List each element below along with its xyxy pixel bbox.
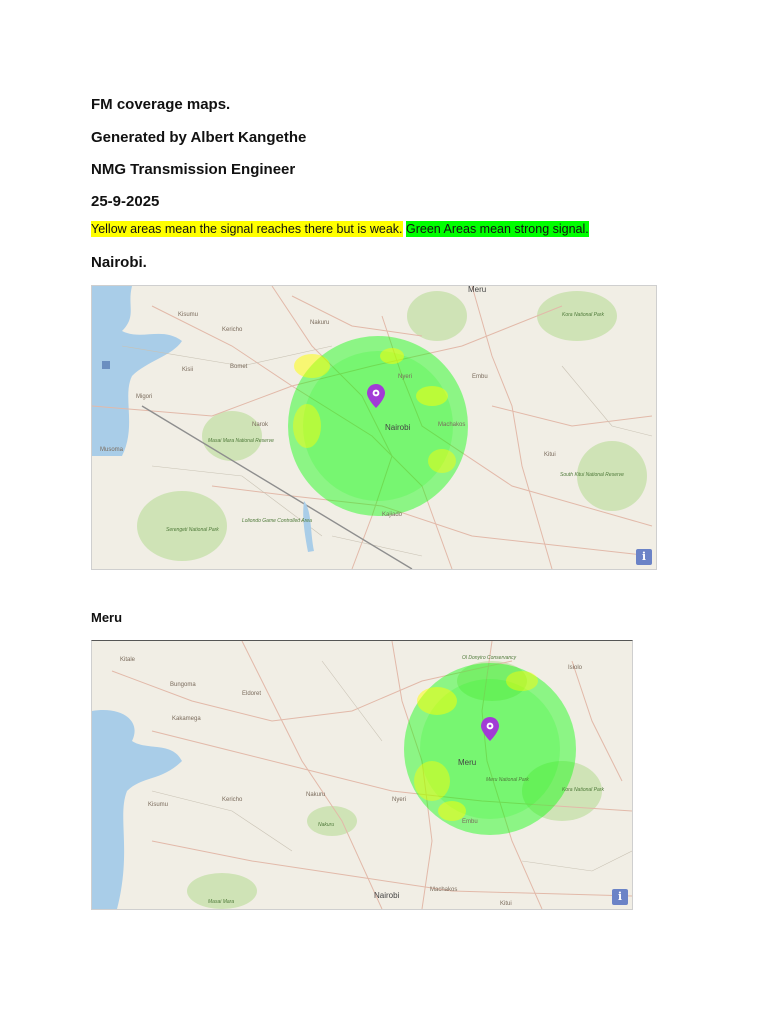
map-label: Kitui — [500, 901, 512, 907]
doc-title: FM coverage maps. — [91, 96, 231, 113]
map-heading-nairobi: Nairobi. — [91, 254, 147, 271]
map-label: Musoma — [100, 447, 124, 453]
map-label: Nakuru — [306, 792, 325, 798]
park-label: Kora National Park — [562, 787, 604, 793]
map-label: Machakos — [438, 422, 465, 428]
park-label: Masai Mara National Reserve — [208, 438, 274, 444]
map-canvas-nairobi: Nairobi Meru Kisumu Kericho Nakuru Nyeri… — [92, 286, 653, 569]
map-canvas-meru: Meru Ol Donyiro Conservancy Kitale Bungo… — [92, 641, 632, 909]
park-label: Kora National Park — [562, 312, 604, 318]
map-label: Embu — [462, 819, 478, 825]
author-line: Generated by Albert Kangethe — [91, 129, 307, 146]
map-label: Kisumu — [148, 802, 168, 808]
park-label: Serengeti National Park — [166, 527, 219, 533]
map-label: Kisumu — [178, 312, 198, 318]
coverage-map-meru[interactable]: Meru Ol Donyiro Conservancy Kitale Bungo… — [91, 640, 633, 910]
park-label: Nakuru — [318, 822, 334, 828]
park-label: Ol Donyiro Conservancy — [462, 655, 517, 661]
park-label: South Kitui National Reserve — [560, 472, 624, 478]
map-heading-meru: Meru — [91, 610, 123, 625]
map-label: Nairobi — [385, 423, 411, 432]
map-label: Kitui — [544, 452, 556, 458]
legend-weak: Yellow areas mean the signal reaches the… — [91, 221, 403, 237]
map-label: Bomet — [230, 364, 248, 370]
map-label: Meru — [458, 758, 476, 767]
date-line: 25-9-2025 — [91, 193, 160, 210]
role-line: NMG Transmission Engineer — [91, 161, 296, 178]
map-label: Bungoma — [170, 682, 196, 688]
coverage-map-nairobi[interactable]: Nairobi Meru Kisumu Kericho Nakuru Nyeri… — [91, 285, 657, 570]
map-label: Kisii — [182, 367, 193, 373]
map-label: Kericho — [222, 797, 243, 803]
map-label: Kajiado — [382, 512, 403, 518]
map-label: Nyeri — [392, 797, 406, 803]
legend-line: Yellow areas mean the signal reaches the… — [91, 221, 589, 237]
legend-strong: Green Areas mean strong signal. — [406, 221, 589, 237]
map-label: Narok — [252, 422, 269, 428]
map-label: Eldoret — [242, 691, 261, 697]
map-label: Meru — [468, 286, 486, 294]
map-label: Nyeri — [398, 374, 412, 380]
map-label: Kericho — [222, 327, 243, 333]
map-label: Migori — [136, 394, 152, 400]
map-label: Embu — [472, 374, 488, 380]
map-label: Isiolo — [568, 665, 583, 671]
map-label: Machakos — [430, 887, 457, 893]
park-label: Meru National Park — [486, 777, 529, 783]
map-label: Kitale — [120, 657, 136, 663]
park-label: Masai Mara — [208, 899, 234, 905]
map-label: Nakuru — [310, 320, 329, 326]
info-icon[interactable]: i — [612, 889, 628, 905]
map-label: Kakamega — [172, 716, 201, 722]
map-label: Nairobi — [374, 891, 400, 900]
info-icon[interactable]: i — [636, 549, 652, 565]
park-label: Loliondo Game Controlled Area — [242, 518, 312, 524]
